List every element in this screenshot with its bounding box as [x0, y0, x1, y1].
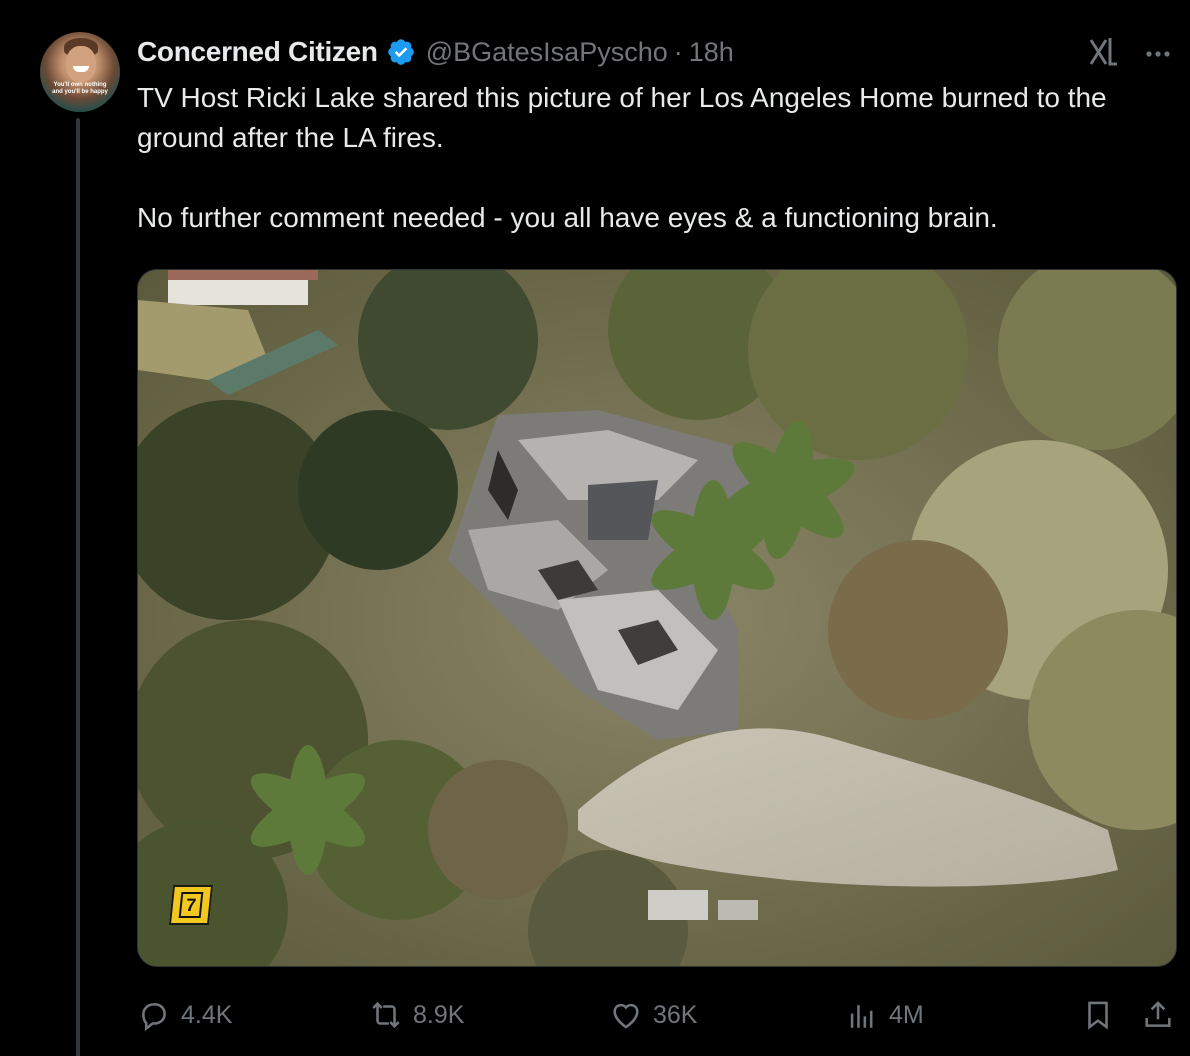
tweet-time[interactable]: 18h: [689, 37, 734, 68]
channel-7-badge: 7: [168, 885, 214, 925]
views-count: 4M: [889, 1000, 924, 1029]
tweet-text-line: No further comment needed - you all have…: [137, 202, 998, 233]
separator-dot: ·: [673, 36, 683, 67]
author-handle[interactable]: @BGatesIsaPyscho: [426, 37, 668, 68]
like-count: 36K: [653, 1000, 698, 1029]
share-button[interactable]: [1141, 990, 1175, 1040]
avatar[interactable]: You'll own nothing and you'll be happy: [40, 32, 120, 112]
tweet[interactable]: You'll own nothing and you'll be happy C…: [0, 0, 1190, 1056]
like-icon: [613, 1003, 639, 1029]
more-icon[interactable]: [1142, 38, 1174, 70]
tweet-text-line: TV Host Ricki Lake shared this picture o…: [137, 82, 1107, 153]
tweet-media-image[interactable]: 7: [137, 269, 1177, 967]
author-name[interactable]: Concerned Citizen: [137, 36, 378, 68]
tweet-header: Concerned Citizen @BGatesIsaPyscho · 18h: [137, 34, 734, 70]
bookmark-icon: [1088, 1001, 1108, 1030]
verified-icon: [387, 39, 414, 65]
bookmark-button[interactable]: [1081, 990, 1115, 1040]
action-bar: 4.4K 8.9K 36K 4M: [137, 990, 1177, 1040]
thread-line: [76, 118, 80, 1056]
grok-icon[interactable]: [1086, 34, 1122, 70]
badge-text: 7: [178, 892, 204, 918]
like-button[interactable]: 36K: [609, 990, 697, 1040]
views-icon: [850, 1005, 873, 1028]
repost-count: 8.9K: [413, 1000, 465, 1029]
reply-count: 4.4K: [181, 1000, 233, 1029]
reply-icon: [142, 1003, 166, 1032]
tweet-text: TV Host Ricki Lake shared this picture o…: [137, 78, 1167, 238]
avatar-caption: You'll own nothing and you'll be happy: [52, 82, 108, 95]
reply-button[interactable]: 4.4K: [137, 990, 232, 1040]
aerial-photo: [138, 270, 1176, 966]
repost-button[interactable]: 8.9K: [369, 990, 464, 1040]
views-button[interactable]: 4M: [845, 990, 924, 1040]
repost-icon: [372, 1001, 400, 1029]
share-icon: [1145, 1001, 1171, 1027]
